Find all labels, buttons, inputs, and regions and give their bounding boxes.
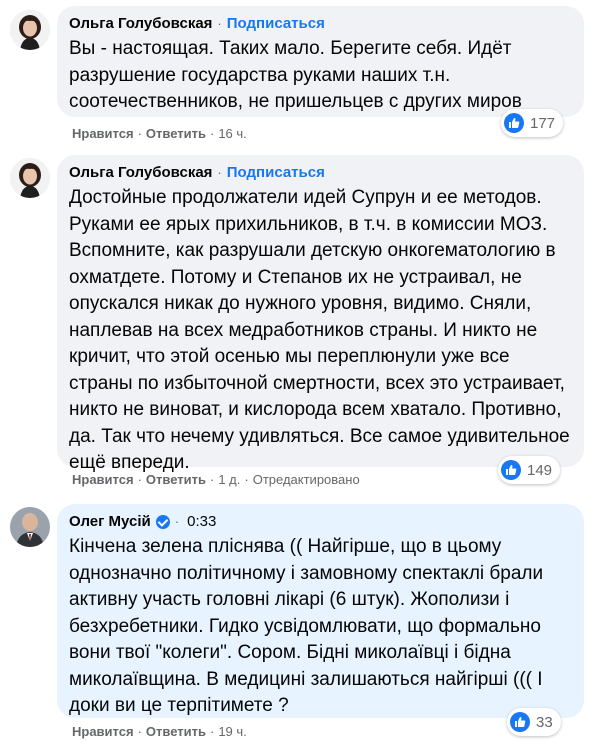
comment-text: Вы - настоящая. Таких мало. Берегите себ…: [69, 38, 522, 112]
timestamp[interactable]: 19 ч.: [218, 724, 246, 739]
reaction-number: 149: [527, 461, 553, 479]
edited-label: Отредактировано: [252, 472, 360, 487]
timestamp[interactable]: 1 д.: [218, 472, 240, 487]
comment-bubble: Олег Мусій · 0:33 Кінчена зелена плісняв…: [57, 504, 584, 718]
comment-text: Достойные продолжатели идей Супрун и ее …: [69, 187, 570, 473]
woman-avatar-icon: [10, 158, 50, 198]
time-inline[interactable]: 0:33: [187, 512, 216, 532]
reaction-number: 33: [536, 713, 553, 731]
separator-dot: ·: [217, 165, 222, 180]
reaction-count[interactable]: 177: [501, 109, 564, 137]
reply-link[interactable]: Ответить: [146, 472, 206, 487]
subscribe-link[interactable]: Подписаться: [227, 163, 325, 183]
thumbs-up-icon: [504, 113, 524, 133]
avatar[interactable]: [10, 158, 50, 198]
reaction-number: 177: [530, 114, 556, 132]
author-name[interactable]: Ольга Голубовская: [69, 163, 212, 183]
reply-link[interactable]: Ответить: [146, 126, 206, 141]
like-link[interactable]: Нравится: [72, 724, 134, 739]
comment-text: Кінчена зелена пліснява (( Найгірше, що …: [69, 536, 544, 716]
man-avatar-icon: [10, 507, 50, 547]
comment-actions: Нравится · Ответить · 1 д. · Отредактировано: [72, 472, 360, 487]
comment: Ольга Голубовская · Подписаться Вы - нас…: [0, 0, 593, 150]
like-link[interactable]: Нравится: [72, 126, 134, 141]
verified-badge-icon: [155, 515, 170, 529]
author-name[interactable]: Ольга Голубовская: [69, 14, 212, 34]
separator-dot: ·: [174, 514, 180, 529]
reaction-count[interactable]: 33: [507, 708, 561, 736]
comment-actions: Нравится · Ответить · 19 ч.: [72, 724, 247, 739]
separator-dot: ·: [217, 16, 222, 31]
comment: Ольга Голубовская · Подписаться Достойны…: [0, 150, 593, 495]
author-name[interactable]: Олег Мусій: [69, 512, 151, 532]
subscribe-link[interactable]: Подписаться: [227, 14, 325, 34]
comment-bubble: Ольга Голубовская · Подписаться Достойны…: [57, 155, 584, 473]
woman-avatar-icon: [10, 10, 50, 50]
like-link[interactable]: Нравится: [72, 472, 134, 487]
avatar[interactable]: [10, 507, 50, 547]
thumbs-up-icon: [510, 712, 530, 732]
comment: Олег Мусій · 0:33 Кінчена зелена плісняв…: [0, 495, 593, 755]
reaction-count[interactable]: 149: [498, 456, 561, 484]
comment-bubble: Ольга Голубовская · Подписаться Вы - нас…: [57, 6, 584, 117]
comment-actions: Нравится · Ответить · 16 ч.: [72, 126, 247, 141]
timestamp[interactable]: 16 ч.: [218, 126, 246, 141]
reply-link[interactable]: Ответить: [146, 724, 206, 739]
thumbs-up-icon: [501, 460, 521, 480]
avatar[interactable]: [10, 10, 50, 50]
